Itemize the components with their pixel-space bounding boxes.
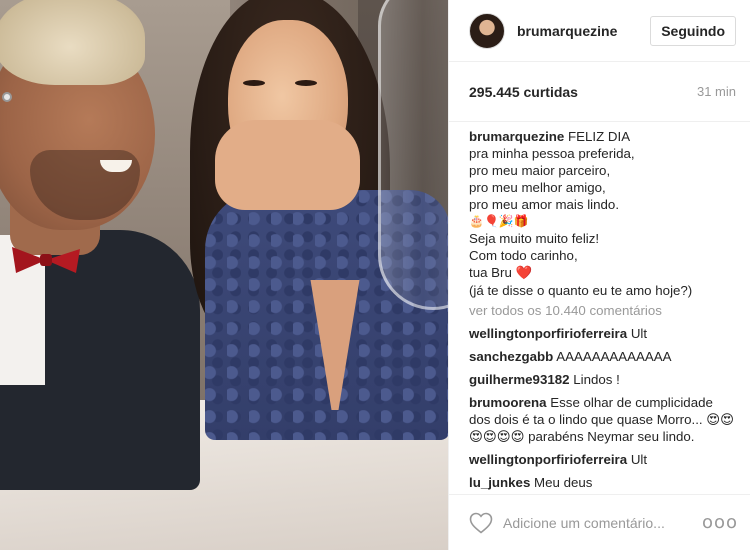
photo-earring	[2, 92, 12, 102]
comment-text: AAAAAAAAAAAAA	[556, 349, 672, 364]
list-item: guilherme93182 Lindos !	[469, 371, 736, 388]
caption-line: pro meu melhor amigo,	[469, 180, 606, 195]
avatar[interactable]	[469, 12, 505, 49]
caption-line: pra minha pessoa preferida,	[469, 146, 635, 161]
following-button[interactable]: Seguindo	[650, 15, 736, 46]
caption-line: Com todo carinho,	[469, 248, 578, 263]
comment-text: Meu deus	[534, 475, 593, 490]
post-photo[interactable]	[0, 0, 448, 550]
header-username[interactable]: brumarquezine	[517, 23, 650, 39]
caption-author[interactable]: brumarquezine	[469, 129, 564, 144]
comment-username[interactable]: brumoorena	[469, 395, 547, 410]
comment-text: Lindos !	[573, 372, 620, 387]
more-options-button[interactable]: ooo	[702, 512, 738, 533]
likes-count[interactable]: 295.445 curtidas	[469, 84, 578, 100]
photo-man-hair	[0, 0, 145, 85]
comment-username[interactable]: wellingtonporfirioferreira	[469, 452, 627, 467]
add-comment-input[interactable]	[503, 514, 702, 531]
caption-emoji-line: 🎂🎈🎉🎁	[469, 214, 529, 228]
comment-text: Ult	[630, 452, 648, 467]
post-footer: ooo	[449, 494, 750, 550]
caption-line: Seja muito muito feliz!	[469, 231, 600, 246]
caption-line: (já te disse o quanto eu te amo hoje?)	[469, 283, 693, 298]
list-item: brumoorena Esse olhar de cumplicidade do…	[469, 394, 736, 445]
list-item: wellingtonporfirioferreira Ult	[469, 325, 736, 342]
heart-emoji-icon: ❤️	[515, 266, 533, 281]
caption: brumarquezine FELIZ DIA pra minha pessoa…	[469, 128, 736, 299]
photo-bowtie	[12, 247, 80, 273]
photo-woman-eyes	[243, 80, 323, 88]
instagram-post: brumarquezine Seguindo 295.445 curtidas …	[0, 0, 750, 550]
comments-list: brumarquezine FELIZ DIA pra minha pessoa…	[449, 122, 750, 490]
list-item: wellingtonporfirioferreira Ult	[469, 451, 736, 468]
caption-line: brumarquezine FELIZ DIA	[469, 128, 736, 145]
heart-icon[interactable]	[469, 512, 493, 534]
view-all-comments-link[interactable]: ver todos os 10.440 comentários	[469, 302, 736, 319]
caption-line: tua Bru ❤️	[469, 264, 736, 282]
photo-wine-glass	[378, 0, 448, 310]
comment-text: Ult	[630, 326, 648, 341]
comment-username[interactable]: lu_junkes	[469, 475, 530, 490]
post-time[interactable]: 31 min	[697, 84, 736, 99]
list-item: sanchezgabb AAAAAAAAAAAAA	[469, 348, 736, 365]
comment-username[interactable]: wellingtonporfirioferreira	[469, 326, 627, 341]
comment-username[interactable]: guilherme93182	[469, 372, 570, 387]
caption-line: pro meu maior parceiro,	[469, 163, 611, 178]
list-item: lu_junkes Meu deus	[469, 474, 736, 490]
post-sidebar: brumarquezine Seguindo 295.445 curtidas …	[448, 0, 750, 550]
post-meta: 295.445 curtidas 31 min	[449, 62, 750, 122]
caption-text: FELIZ DIA	[568, 129, 631, 144]
comment-username[interactable]: sanchezgabb	[469, 349, 553, 364]
post-header: brumarquezine Seguindo	[449, 0, 750, 62]
caption-text: tua Bru	[469, 265, 512, 280]
photo-woman-hands	[215, 120, 360, 210]
caption-line: pro meu amor mais lindo.	[469, 197, 620, 212]
